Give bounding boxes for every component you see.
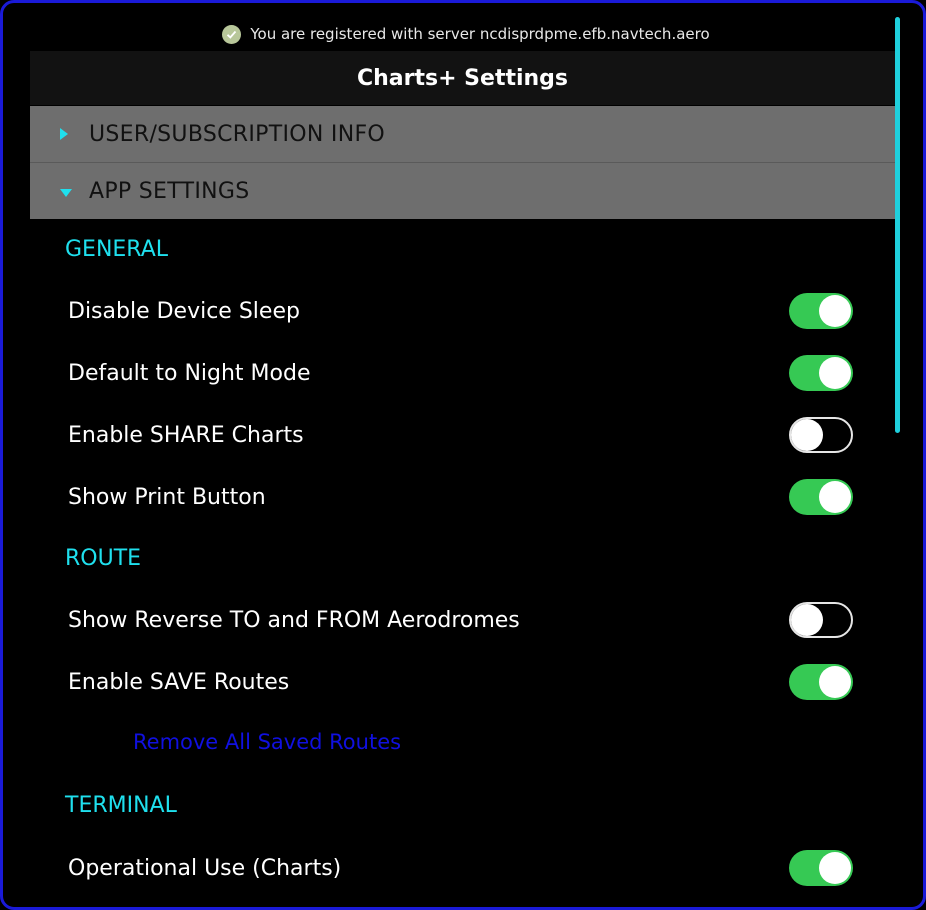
setting-label: Default to Night Mode	[68, 360, 311, 386]
toggle-switch[interactable]	[789, 417, 853, 453]
toggle-knob	[819, 666, 851, 698]
toggle-switch[interactable]	[789, 479, 853, 515]
settings-window: You are registered with server ncdisprdp…	[0, 0, 926, 910]
toggle-switch[interactable]	[789, 355, 853, 391]
setting-label: Show Print Button	[68, 484, 266, 510]
group-title-terminal: TERMINAL	[65, 793, 177, 818]
toggle-switch[interactable]	[789, 293, 853, 329]
setting-label: Disable Device Sleep	[68, 298, 300, 324]
toggle-knob	[819, 295, 851, 327]
group-title-general: GENERAL	[65, 237, 169, 262]
toggle-switch[interactable]	[789, 602, 853, 638]
group-title-route: ROUTE	[65, 546, 142, 571]
vertical-scrollbar[interactable]	[895, 17, 900, 433]
setting-operational-use-charts: Operational Use (Charts)	[68, 848, 858, 888]
section-label: USER/SUBSCRIPTION INFO	[89, 121, 386, 147]
setting-label: Show Reverse TO and FROM Aerodromes	[68, 607, 520, 633]
registration-status: You are registered with server ncdisprdp…	[3, 17, 923, 51]
section-label: APP SETTINGS	[89, 178, 250, 204]
setting-show-reverse-aerodromes: Show Reverse TO and FROM Aerodromes	[68, 600, 858, 640]
setting-enable-share-charts: Enable SHARE Charts	[68, 415, 858, 455]
check-circle-icon	[222, 24, 242, 44]
toggle-knob	[791, 419, 823, 451]
registration-message: You are registered with server ncdisprdp…	[250, 25, 710, 43]
setting-enable-save-routes: Enable SAVE Routes	[68, 662, 858, 702]
setting-disable-device-sleep: Disable Device Sleep	[68, 291, 858, 331]
section-user-subscription-info[interactable]: USER/SUBSCRIPTION INFO	[30, 106, 895, 163]
toggle-knob	[819, 357, 851, 389]
toggle-switch[interactable]	[789, 850, 853, 886]
setting-default-night-mode: Default to Night Mode	[68, 353, 858, 393]
caret-right-icon	[59, 122, 89, 147]
setting-show-print-button: Show Print Button	[68, 477, 858, 517]
setting-label: Enable SHARE Charts	[68, 422, 304, 448]
caret-down-icon	[59, 179, 89, 204]
toggle-knob	[819, 481, 851, 513]
remove-saved-routes-link[interactable]: Remove All Saved Routes	[133, 730, 401, 754]
toggle-knob	[819, 852, 851, 884]
section-app-settings[interactable]: APP SETTINGS	[30, 163, 895, 219]
toggle-switch[interactable]	[789, 664, 853, 700]
toggle-knob	[791, 604, 823, 636]
setting-label: Operational Use (Charts)	[68, 855, 342, 881]
setting-label: Enable SAVE Routes	[68, 669, 290, 695]
page-title: Charts+ Settings	[30, 51, 895, 105]
